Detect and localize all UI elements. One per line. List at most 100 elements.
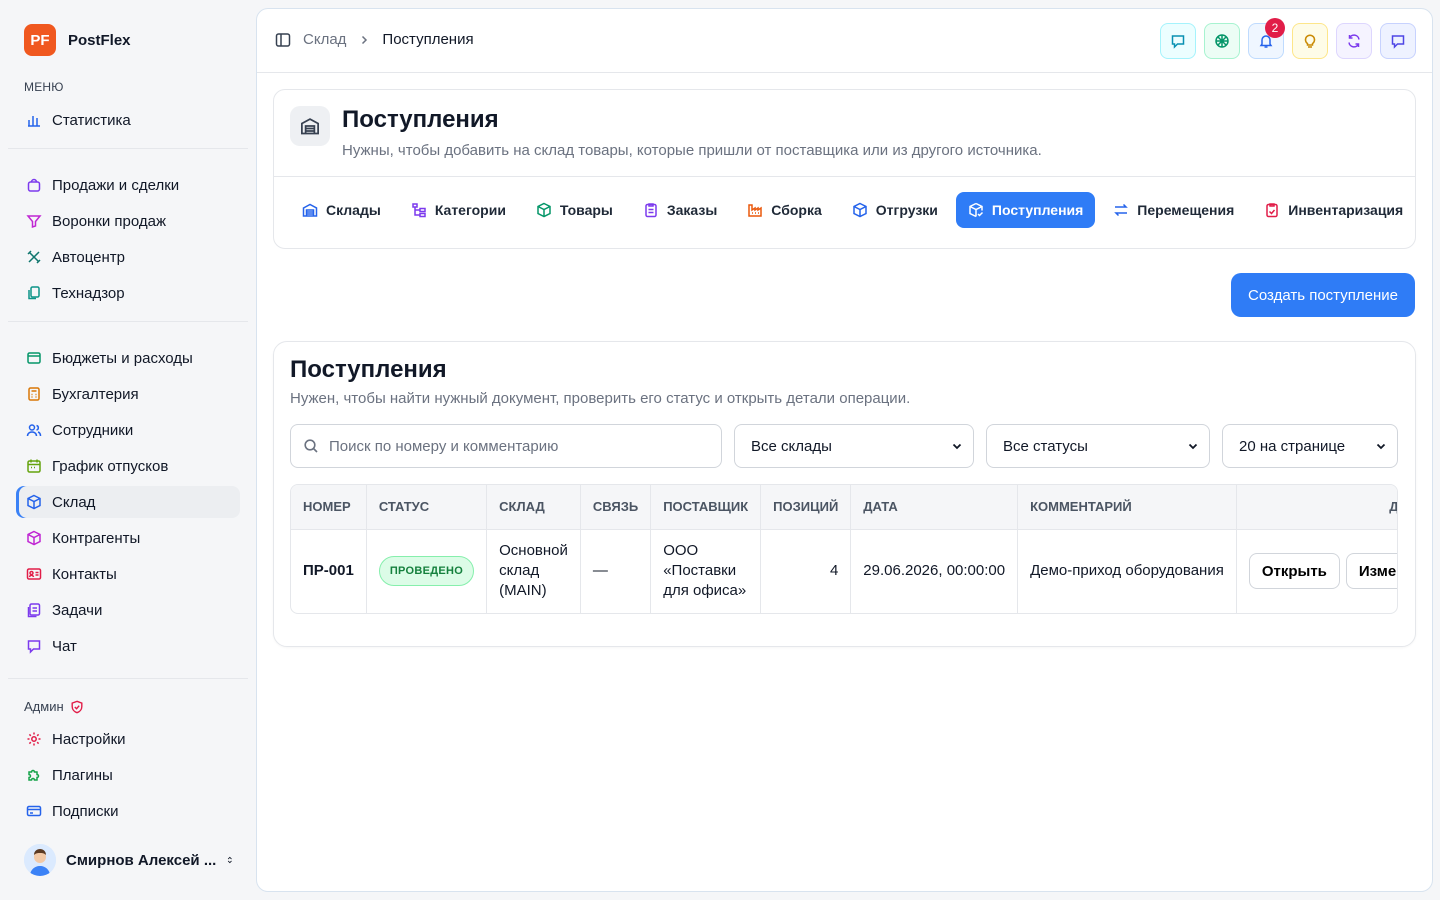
- tips-button[interactable]: [1292, 23, 1328, 59]
- section-tabs: Склады Категории Товары Заказы Сборка От…: [290, 192, 1415, 228]
- ai-assistant-button[interactable]: [1204, 23, 1240, 59]
- sidebar-item-tech-supervision[interactable]: Технадзор: [16, 277, 240, 309]
- sidebar-item-label: Продажи и сделки: [52, 176, 180, 194]
- admin-caption: Админ: [24, 699, 84, 714]
- credit-card-icon: [26, 805, 42, 817]
- menu-caption: МЕНЮ: [24, 80, 64, 94]
- sidebar-toggle-icon[interactable]: [275, 32, 291, 48]
- wrench-icon: [27, 250, 41, 264]
- clipboard-copy-icon: [28, 286, 40, 300]
- column-header[interactable]: ПОЗИЦИЙ: [760, 485, 852, 530]
- chevron-down-icon: [952, 443, 962, 450]
- cell-warehouse: Основной склад (MAIN): [486, 529, 581, 613]
- nav-group-admin: Настройки Плагины Подписки: [16, 723, 240, 831]
- column-header[interactable]: НОМЕР: [291, 485, 367, 530]
- chevron-right-icon: [362, 35, 368, 44]
- column-header[interactable]: ПОСТАВЩИК: [650, 485, 762, 530]
- cell-supplier: ООО «Поставки для офиса»: [650, 529, 762, 613]
- shield-icon: [71, 700, 83, 713]
- sidebar-item-autocenter[interactable]: Автоцентр: [16, 241, 240, 273]
- sidebar-item-employees[interactable]: Сотрудники: [16, 414, 240, 446]
- create-receipt-button[interactable]: Создать поступление: [1231, 273, 1415, 317]
- tab-receipts[interactable]: Поступления: [955, 192, 1096, 228]
- sidebar: PF PostFlex МЕНЮ Статистика Продажи и сд…: [0, 0, 256, 900]
- sidebar-item-funnels[interactable]: Воронки продаж: [16, 205, 240, 237]
- breadcrumb-parent[interactable]: Склад: [303, 31, 346, 48]
- table: НОМЕР СТАТУС СКЛАД СВЯЗЬ ПОСТАВЩИК ПОЗИЦ…: [291, 485, 1397, 613]
- tab-inventory[interactable]: Инвентаризация: [1252, 192, 1415, 228]
- notification-badge: 2: [1265, 18, 1285, 38]
- search-input[interactable]: [329, 437, 709, 455]
- sidebar-item-contacts[interactable]: Контакты: [16, 558, 240, 590]
- clipboard-check-icon: [1266, 203, 1279, 218]
- warehouse-filter-value: Все склады: [751, 437, 832, 455]
- wallet-icon: [27, 352, 41, 364]
- column-header[interactable]: СТАТУС: [366, 485, 488, 530]
- sidebar-item-sales[interactable]: Продажи и сделки: [16, 169, 240, 201]
- page-title: Поступления: [342, 106, 499, 133]
- sidebar-item-counterparties[interactable]: Контрагенты: [16, 522, 240, 554]
- notifications-button[interactable]: 2: [1248, 18, 1285, 59]
- receipts-table: НОМЕР СТАТУС СКЛАД СВЯЗЬ ПОСТАВЩИК ПОЗИЦ…: [290, 484, 1398, 614]
- tab-label: Склады: [326, 202, 381, 218]
- brand[interactable]: PF PostFlex: [24, 24, 131, 56]
- tab-categories[interactable]: Категории: [399, 192, 518, 228]
- breadcrumb-current: Поступления: [382, 31, 474, 48]
- search-field[interactable]: [290, 424, 722, 468]
- contact-card-icon: [26, 568, 42, 580]
- hierarchy-icon: [412, 203, 426, 218]
- sidebar-item-plugins[interactable]: Плагины: [16, 759, 240, 791]
- sidebar-item-statistics[interactable]: Статистика: [16, 104, 240, 136]
- user-menu[interactable]: Смирнов Алексей ...: [24, 843, 234, 877]
- sidebar-item-vacations[interactable]: График отпусков: [16, 450, 240, 482]
- refresh-icon: [1348, 34, 1360, 48]
- column-header[interactable]: ДАТА: [850, 485, 1019, 530]
- chevron-down-icon: [1376, 443, 1386, 450]
- list-subtitle: Нужен, чтобы найти нужный документ, пров…: [290, 390, 911, 407]
- messages-button[interactable]: [1160, 23, 1196, 59]
- factory-icon: [748, 204, 763, 217]
- tab-assembly[interactable]: Сборка: [735, 192, 833, 228]
- sidebar-item-label: Воронки продаж: [52, 212, 167, 230]
- calendar-icon: [27, 459, 41, 473]
- sidebar-item-label: Контакты: [52, 565, 117, 583]
- sidebar-item-label: Бухгалтерия: [52, 385, 139, 403]
- tab-transfers[interactable]: Перемещения: [1101, 192, 1246, 228]
- box-icon: [27, 494, 41, 510]
- table-row[interactable]: ПР-001 ПРОВЕДЕНО Основной склад (MAIN) —…: [291, 529, 1397, 613]
- sidebar-item-warehouse[interactable]: Склад: [16, 486, 240, 518]
- column-header[interactable]: СВЯЗЬ: [580, 485, 652, 530]
- nav-group-2: Продажи и сделки Воронки продаж Автоцент…: [16, 169, 240, 313]
- sidebar-item-label: Плагины: [52, 766, 113, 784]
- shopping-bag-icon: [27, 178, 41, 192]
- lightbulb-icon: [1304, 34, 1316, 48]
- cell-number: ПР-001: [291, 529, 367, 613]
- tab-shipments[interactable]: Отгрузки: [840, 192, 950, 228]
- tab-products[interactable]: Товары: [524, 192, 625, 228]
- receipts-list-card: Поступления Нужен, чтобы найти нужный до…: [273, 341, 1416, 647]
- warehouse-filter-select[interactable]: Все склады: [734, 424, 974, 468]
- sidebar-item-tasks[interactable]: Задачи: [16, 594, 240, 626]
- cell-link: —: [580, 529, 652, 613]
- tab-orders[interactable]: Заказы: [631, 192, 729, 228]
- calculator-icon: [28, 387, 40, 401]
- column-header[interactable]: СКЛАД: [486, 485, 581, 530]
- page-size-select[interactable]: 20 на странице: [1222, 424, 1398, 468]
- sidebar-item-settings[interactable]: Настройки: [16, 723, 240, 755]
- column-header[interactable]: КОММЕНТАРИЙ: [1017, 485, 1237, 530]
- tab-label: Заказы: [666, 202, 718, 218]
- edit-button[interactable]: Измени: [1345, 553, 1397, 590]
- refresh-button[interactable]: [1336, 23, 1372, 59]
- sidebar-item-budgets[interactable]: Бюджеты и расходы: [16, 342, 240, 374]
- tab-label: Инвентаризация: [1288, 202, 1404, 218]
- status-filter-select[interactable]: Все статусы: [986, 424, 1210, 468]
- topbar: Склад Поступления 2: [257, 9, 1432, 73]
- sidebar-item-chat[interactable]: Чат: [16, 630, 240, 662]
- header-divider: [274, 176, 1415, 177]
- open-button[interactable]: Открыть: [1248, 553, 1340, 590]
- sidebar-item-subscriptions[interactable]: Подписки: [16, 795, 240, 827]
- support-chat-button[interactable]: [1380, 23, 1416, 59]
- sidebar-item-accounting[interactable]: Бухгалтерия: [16, 378, 240, 410]
- tab-warehouses[interactable]: Склады: [290, 192, 393, 228]
- sidebar-item-label: График отпусков: [52, 457, 169, 475]
